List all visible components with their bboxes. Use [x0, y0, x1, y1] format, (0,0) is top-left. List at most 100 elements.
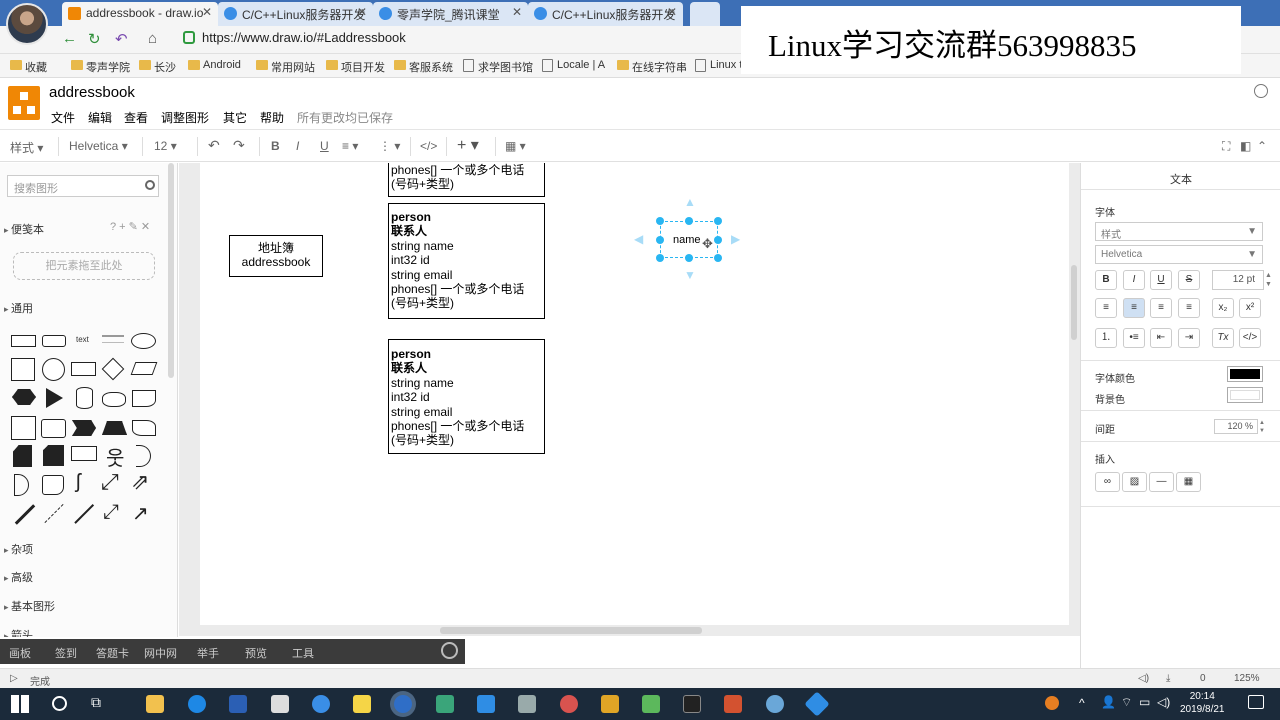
indent-button[interactable]: ⇥ — [1178, 328, 1200, 348]
download-icon[interactable]: ⤓ — [1166, 673, 1170, 684]
search-icon[interactable] — [145, 180, 155, 190]
dock-item-tools[interactable]: 工具 — [292, 645, 314, 661]
vertical-align-icon[interactable]: ⋮ ▾ — [379, 139, 400, 153]
bookmark-item[interactable]: 收藏 — [10, 59, 47, 75]
insert-plus-icon[interactable]: + ▾ — [457, 135, 479, 155]
windows-start-icon[interactable] — [11, 695, 29, 713]
italic-button[interactable]: I — [1123, 270, 1145, 290]
edge-icon[interactable] — [188, 695, 206, 713]
fullscreen-icon[interactable]: ⛶ — [1222, 139, 1230, 154]
bidirectional-arrow-icon[interactable]: ⤢ — [101, 469, 119, 495]
resize-handle[interactable] — [685, 217, 693, 225]
browser-icon[interactable] — [312, 695, 330, 713]
style-dropdown[interactable]: 样式 ▾ — [10, 139, 43, 156]
justify-button[interactable]: ≡ — [1178, 298, 1200, 318]
style-select[interactable]: 样式 ▼ — [1095, 222, 1263, 241]
callout-shape[interactable] — [71, 446, 97, 461]
step-shape[interactable] — [72, 420, 96, 436]
rectangle-shape[interactable] — [11, 335, 36, 347]
internal-storage-shape[interactable] — [11, 416, 36, 440]
app-icon[interactable] — [601, 695, 619, 713]
background-color-swatch[interactable] — [1227, 387, 1263, 403]
parallelogram-shape[interactable] — [130, 362, 158, 375]
undo-icon[interactable]: ↶ — [115, 30, 128, 48]
actor-icon[interactable]: 웃 — [106, 442, 124, 471]
app-icon[interactable] — [804, 691, 830, 717]
dock-item-network[interactable]: 网中网 — [144, 645, 177, 661]
volume-icon[interactable]: ◁) — [1157, 695, 1170, 709]
search-input[interactable]: 搜索图形 — [7, 175, 159, 197]
menu-file[interactable]: 文件 — [51, 109, 75, 126]
tab-linux-course-2[interactable]: C/C++Linux服务器开发 ✕ — [528, 2, 683, 26]
tray-app-icon[interactable] — [1045, 696, 1059, 710]
section-arrows[interactable]: 箭头 — [4, 627, 33, 637]
numbered-list-button[interactable]: ⒈ — [1095, 328, 1117, 348]
insert-table-button[interactable]: ▦ — [1176, 472, 1201, 492]
tab-lingsheng[interactable]: 零声学院_腾讯课堂 ✕ — [373, 2, 528, 26]
thick-line-shape[interactable] — [14, 504, 36, 525]
bookmark-item[interactable]: Android — [188, 59, 241, 71]
menu-edit[interactable]: 编辑 — [88, 109, 112, 126]
and-shape[interactable] — [14, 474, 29, 496]
rounded-rectangle-shape[interactable] — [42, 335, 66, 347]
powerpoint-icon[interactable] — [724, 695, 742, 713]
dock-item-answer-sheet[interactable]: 答题卡 — [96, 645, 129, 661]
sidebar-scrollbar[interactable] — [168, 163, 174, 378]
new-tab-button[interactable] — [690, 2, 720, 26]
app-icon[interactable] — [766, 695, 784, 713]
ellipse-shape[interactable] — [131, 333, 156, 349]
font-size-dropdown[interactable]: 12 ▾ — [154, 139, 177, 153]
spinner-icon[interactable]: ▲ ▼ — [1259, 419, 1265, 435]
dock-item-preview[interactable]: 预览 — [245, 645, 267, 661]
app-icon[interactable] — [518, 695, 536, 713]
dock-item-checkin[interactable]: 签到 — [55, 645, 77, 661]
undo-icon[interactable]: ↶ — [208, 137, 220, 154]
directional-connector-icon[interactable]: ↗ — [132, 501, 149, 526]
connect-arrow-up-icon[interactable]: ▲ — [684, 195, 696, 209]
section-advanced[interactable]: 高级 — [4, 569, 33, 585]
addressbook-box[interactable]: 地址簿 addressbook — [229, 235, 323, 277]
connect-arrow-down-icon[interactable]: ▼ — [684, 268, 696, 282]
strikethrough-button[interactable]: S — [1178, 270, 1200, 290]
spinner-icon[interactable]: ▲ ▼ — [1265, 271, 1272, 289]
download-count[interactable]: 0 — [1200, 673, 1206, 684]
underline-button[interactable]: U — [1150, 270, 1172, 290]
dock-item-raise-hand[interactable]: 举手 — [197, 645, 219, 661]
dock-item-whiteboard[interactable]: 画板 — [9, 645, 31, 661]
menu-help[interactable]: 帮助 — [260, 109, 284, 126]
app-icon[interactable] — [642, 695, 660, 713]
underline-icon[interactable]: U — [320, 139, 329, 153]
vertical-scrollbar[interactable] — [1071, 265, 1077, 340]
tray-overflow-icon[interactable]: ^ — [1079, 696, 1085, 710]
tab-linux-course-1[interactable]: C/C++Linux服务器开发 ✕ — [218, 2, 373, 26]
scratchpad-dropzone[interactable]: 把元素拖至此处 — [13, 252, 155, 280]
close-icon[interactable]: ✕ — [357, 5, 367, 19]
document-shape[interactable] — [132, 390, 156, 407]
phones-box-partial[interactable]: phones[] 一个或多个电话 (号码+类型) — [388, 163, 545, 197]
section-basic[interactable]: 基本图形 — [4, 598, 55, 614]
data-storage-shape[interactable] — [42, 475, 64, 495]
section-general[interactable]: 通用 — [4, 300, 33, 316]
bookmark-item[interactable]: 项目开发 — [326, 59, 385, 75]
collapse-icon[interactable]: ⌃ — [1257, 139, 1267, 153]
active-app-icon[interactable] — [394, 695, 412, 713]
selected-text-shape[interactable]: name — [673, 234, 701, 246]
power-icon[interactable] — [441, 642, 458, 659]
insert-image-button[interactable]: ▨ — [1122, 472, 1147, 492]
cube-shape[interactable] — [41, 419, 66, 438]
notification-icon[interactable] — [1248, 695, 1264, 709]
dashed-line-shape[interactable] — [44, 503, 64, 524]
align-left-button[interactable]: ≡ — [1095, 298, 1117, 318]
url-field[interactable]: https://www.draw.io/#Laddressbook — [202, 30, 406, 45]
resize-handle[interactable] — [714, 236, 722, 244]
line-shape[interactable] — [74, 504, 94, 524]
bold-icon[interactable]: B — [271, 139, 280, 153]
curve-icon[interactable]: ʃ — [76, 471, 80, 494]
bookmark-item[interactable]: 长沙 — [139, 59, 176, 75]
close-icon[interactable]: ✕ — [667, 5, 677, 19]
bidirectional-connector-icon[interactable]: ⤢ — [103, 501, 119, 524]
font-family-dropdown[interactable]: Helvetica ▾ — [69, 139, 128, 153]
cloud-shape[interactable] — [102, 392, 126, 407]
app-icon[interactable] — [271, 695, 289, 713]
insert-hr-button[interactable]: — — [1149, 472, 1174, 492]
